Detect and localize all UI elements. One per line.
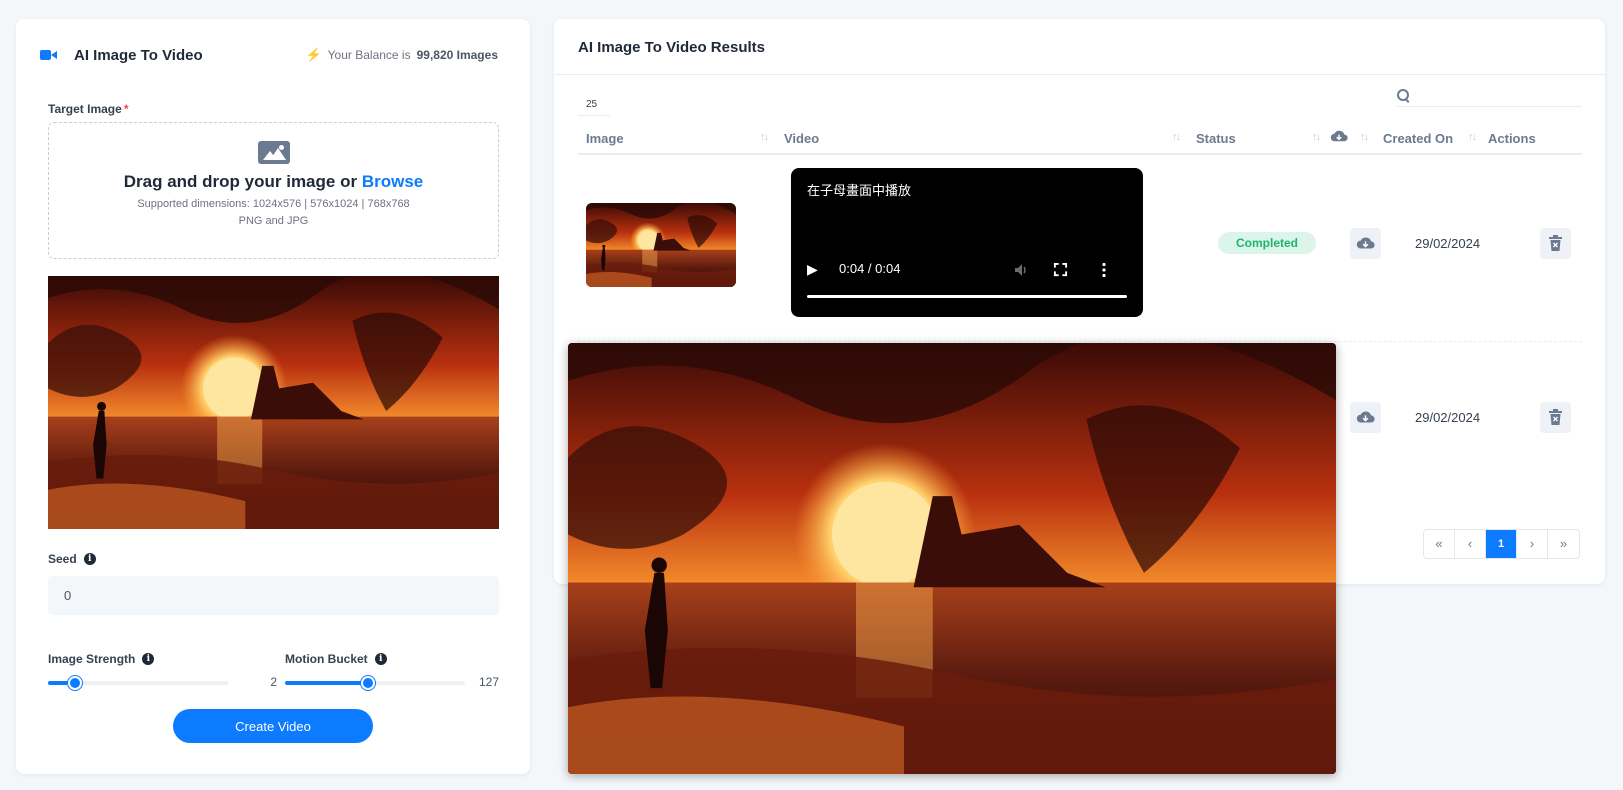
target-image-label-text: Target Image <box>48 102 122 116</box>
trash-icon <box>1549 235 1562 251</box>
volume-icon[interactable] <box>1013 262 1029 278</box>
image-strength-slider[interactable] <box>48 675 228 691</box>
status-badge: Completed <box>1218 232 1317 254</box>
column-status[interactable]: Status <box>1196 131 1236 146</box>
last-page-button[interactable]: » <box>1548 530 1579 558</box>
seed-label-text: Seed <box>48 552 77 566</box>
seed-label: Seed i <box>48 552 96 566</box>
image-strength-label-text: Image Strength <box>48 652 136 666</box>
cloud-download-icon <box>1330 130 1348 142</box>
created-date: 29/02/2024 <box>1415 236 1481 251</box>
sort-icon[interactable]: ↑↓ <box>1312 131 1321 143</box>
cloud-download-icon <box>1356 237 1375 249</box>
column-actions: Actions <box>1488 131 1536 146</box>
created-date: 29/02/2024 <box>1415 410 1481 425</box>
dropzone-title: Drag and drop your image or Browse <box>49 172 498 192</box>
trash-icon <box>1549 409 1562 425</box>
seed-input[interactable] <box>48 576 499 615</box>
divider <box>554 74 1605 75</box>
picture-in-picture-notice: 在子母畫面中播放 <box>807 183 912 198</box>
create-video-button[interactable]: Create Video <box>173 709 373 743</box>
generator-header: AI Image To Video ⚡ Your Balance is 99,8… <box>40 43 498 67</box>
info-icon[interactable]: i <box>83 553 96 565</box>
sort-icon[interactable]: ↑↓ <box>760 131 769 143</box>
motion-bucket-value: 127 <box>478 675 499 689</box>
more-options-icon[interactable] <box>1101 262 1107 278</box>
slider-fill <box>285 681 368 685</box>
video-progress-bar[interactable] <box>807 295 1127 298</box>
fullscreen-icon[interactable] <box>1053 262 1068 277</box>
info-icon[interactable]: i <box>374 653 387 665</box>
next-page-button[interactable]: › <box>1517 530 1548 558</box>
video-time: 0:04 / 0:04 <box>839 261 901 276</box>
video-player[interactable]: 在子母畫面中播放 ▶ 0:04 / 0:04 <box>791 168 1143 317</box>
prev-page-button[interactable]: ‹ <box>1455 530 1486 558</box>
column-video[interactable]: Video <box>784 131 819 146</box>
delete-button[interactable] <box>1540 402 1571 433</box>
search-input[interactable] <box>1397 83 1582 107</box>
image-strength-value: 2 <box>270 675 277 689</box>
results-title: AI Image To Video Results <box>578 39 765 56</box>
result-thumbnail[interactable] <box>586 203 736 287</box>
target-image-label: Target Image * <box>48 102 128 116</box>
generator-title: AI Image To Video <box>74 46 203 64</box>
download-button[interactable] <box>1350 228 1381 259</box>
sort-icon[interactable]: ↑↓ <box>1360 131 1369 143</box>
balance-prefix: Your Balance is <box>327 48 411 62</box>
table-header: Image ↑↓ Video ↑↓ Status ↑↓ ↑↓ Created O… <box>578 121 1582 155</box>
table-row: 在子母畫面中播放 ▶ 0:04 / 0:04 Completed 29/02/2… <box>578 168 1582 341</box>
motion-bucket-label-text: Motion Bucket <box>285 652 368 666</box>
image-hover-preview <box>568 343 1336 774</box>
balance-value: 99,820 Images <box>416 48 498 62</box>
image-strength-label: Image Strength i <box>48 652 155 666</box>
slider-thumb[interactable] <box>360 676 375 690</box>
column-created-on[interactable]: Created On <box>1383 131 1453 146</box>
delete-button[interactable] <box>1540 228 1571 259</box>
required-mark: * <box>123 102 129 116</box>
balance-info: ⚡ Your Balance is 99,820 Images <box>305 47 498 63</box>
slider-thumb[interactable] <box>68 676 82 690</box>
download-button[interactable] <box>1350 402 1381 433</box>
image-icon <box>257 141 290 164</box>
supported-types: PNG and JPG <box>238 215 309 227</box>
page-size-select[interactable]: 25 <box>578 94 610 116</box>
search-icon <box>1397 89 1411 103</box>
bolt-icon: ⚡ <box>305 47 322 62</box>
browse-link[interactable]: Browse <box>362 172 423 191</box>
cloud-download-icon <box>1356 411 1375 423</box>
pagination: « ‹ 1 › » <box>1423 529 1580 559</box>
page-1-button[interactable]: 1 <box>1486 530 1517 558</box>
image-dropzone[interactable]: Drag and drop your image or Browse Suppo… <box>48 122 499 259</box>
supported-dimensions: Supported dimensions: 1024x576 | 576x102… <box>137 198 410 210</box>
generator-panel: AI Image To Video ⚡ Your Balance is 99,8… <box>16 19 530 774</box>
motion-bucket-label: Motion Bucket i <box>285 652 387 666</box>
play-icon[interactable]: ▶ <box>807 261 818 278</box>
target-image-preview <box>48 276 499 529</box>
sort-icon[interactable]: ↑↓ <box>1172 131 1181 143</box>
info-icon[interactable]: i <box>142 653 155 665</box>
dropzone-title-text: Drag and drop your image or <box>123 172 358 191</box>
motion-bucket-slider[interactable] <box>285 675 465 691</box>
column-image[interactable]: Image <box>586 131 624 146</box>
sort-icon[interactable]: ↑↓ <box>1468 131 1477 143</box>
first-page-button[interactable]: « <box>1424 530 1455 558</box>
video-camera-icon <box>40 48 58 62</box>
